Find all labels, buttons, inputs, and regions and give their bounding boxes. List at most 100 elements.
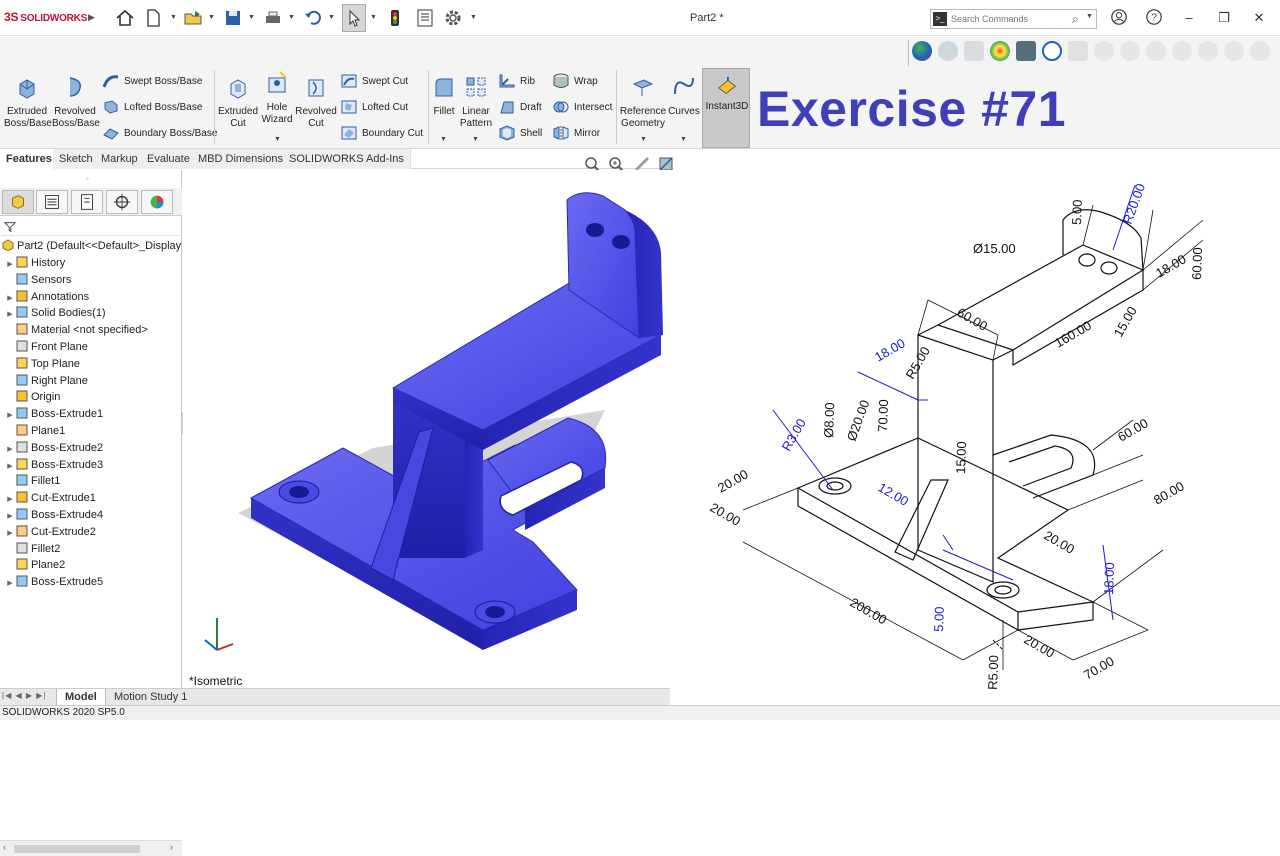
tree-filter-row[interactable] [0, 218, 180, 236]
tab-features[interactable]: Features [0, 149, 59, 169]
cartoon-icon[interactable] [1224, 41, 1244, 61]
panel-collapse-handle[interactable]: ◦ [86, 174, 89, 183]
new-dropdown-icon[interactable]: ▼ [170, 14, 177, 21]
tree-item-plane1[interactable]: Plane1 [4, 423, 65, 440]
instant3d-button[interactable]: Instant3D [702, 68, 750, 148]
section-view-icon[interactable] [938, 41, 958, 61]
tree-item-history[interactable]: ▶ History [4, 255, 65, 272]
tree-item-top-plane[interactable]: Top Plane [4, 356, 80, 373]
edit-appearance-icon[interactable] [990, 41, 1010, 61]
perspective-icon[interactable] [1198, 41, 1218, 61]
file-properties-icon[interactable] [414, 7, 436, 29]
help-icon[interactable]: ? [1143, 8, 1165, 28]
tree-item-sensors[interactable]: Sensors [4, 272, 71, 289]
search-dropdown-icon[interactable]: ▼ [1086, 13, 1093, 20]
tree-item-solid-bodies-1[interactable]: ▶ Solid Bodies(1) [4, 305, 106, 322]
scroll-left-icon[interactable]: ‹ [3, 842, 6, 852]
expand-arrow-icon[interactable]: ▶ [4, 441, 16, 458]
undo-icon[interactable] [302, 7, 324, 29]
tree-item-fillet1[interactable]: Fillet1 [4, 473, 60, 490]
hide-show-icon[interactable] [964, 41, 984, 61]
expand-arrow-icon[interactable]: ▶ [4, 491, 16, 508]
swept-cut-button[interactable]: Swept Cut [340, 72, 408, 92]
dimxpert-tab-icon[interactable] [106, 190, 138, 214]
hole-wizard-dropdown-icon[interactable]: ▼ [274, 136, 281, 143]
print-icon[interactable] [262, 7, 284, 29]
home-icon[interactable] [114, 7, 136, 29]
linear-pattern-button[interactable]: Linear Pattern [458, 74, 494, 130]
tab-markup[interactable]: Markup [95, 149, 145, 169]
tree-item-plane2[interactable]: Plane2 [4, 557, 65, 574]
configuration-manager-tab-icon[interactable] [71, 190, 103, 214]
property-manager-tab-icon[interactable] [36, 190, 68, 214]
new-document-icon[interactable] [142, 7, 164, 29]
display-style-icon[interactable] [1016, 41, 1036, 61]
options-gear-icon[interactable] [442, 7, 464, 29]
wrap-button[interactable]: Wrap [552, 72, 598, 92]
tab-motion-study-1[interactable]: Motion Study 1 [106, 689, 195, 706]
search-icon[interactable]: ⌕ [1072, 12, 1079, 27]
shadows-icon[interactable] [1146, 41, 1166, 61]
tab-evaluate[interactable]: Evaluate [141, 149, 197, 169]
menu-arrow-icon[interactable]: ▶ [88, 12, 95, 23]
boundary-boss-button[interactable]: Boundary Boss/Base [102, 124, 217, 144]
tree-item-boss-extrude3[interactable]: ▶ Boss-Extrude3 [4, 457, 103, 474]
tab-model[interactable]: Model [56, 689, 106, 706]
intersect-button[interactable]: Intersect [552, 98, 612, 118]
expand-arrow-icon[interactable]: ▶ [4, 508, 16, 525]
minimize-icon[interactable]: – [1178, 8, 1200, 28]
print-dropdown-icon[interactable]: ▼ [288, 14, 295, 21]
tree-item-material-not-specified[interactable]: Material <not specified> [4, 322, 148, 339]
tree-horizontal-scrollbar[interactable]: ‹ › [0, 840, 182, 856]
tree-item-boss-extrude1[interactable]: ▶ Boss-Extrude1 [4, 406, 103, 423]
tab-solidworks-addins[interactable]: SOLIDWORKS Add-Ins [283, 149, 411, 169]
rebuild-traffic-light-icon[interactable] [384, 7, 406, 29]
expand-arrow-icon[interactable]: ▶ [4, 458, 16, 475]
zoom-to-fit-icon[interactable] [1068, 41, 1088, 61]
reference-geometry-dropdown-icon[interactable]: ▼ [640, 136, 647, 143]
tab-mbd-dimensions[interactable]: MBD Dimensions [192, 149, 290, 169]
tab-sketch[interactable]: Sketch [53, 149, 100, 169]
expand-arrow-icon[interactable]: ▶ [4, 306, 16, 323]
view-orientation-icon[interactable] [1042, 41, 1062, 61]
tree-item-front-plane[interactable]: Front Plane [4, 339, 88, 356]
expand-arrow-icon[interactable]: ▶ [4, 575, 16, 592]
tree-root-part[interactable]: Part2 (Default<<Default>_Display S [2, 238, 192, 255]
realview-icon[interactable] [1120, 41, 1140, 61]
options-dropdown-icon[interactable]: ▼ [470, 14, 477, 21]
expand-arrow-icon[interactable]: ▶ [4, 290, 16, 307]
tree-item-boss-extrude2[interactable]: ▶ Boss-Extrude2 [4, 440, 103, 457]
open-folder-icon[interactable] [182, 7, 204, 29]
linear-pattern-dropdown-icon[interactable]: ▼ [472, 136, 479, 143]
tab-scroll-arrows-icon[interactable]: |◀ ◀ ▶ ▶| [2, 691, 46, 700]
undo-dropdown-icon[interactable]: ▼ [328, 14, 335, 21]
tree-item-right-plane[interactable]: Right Plane [4, 373, 88, 390]
swept-boss-button[interactable]: Swept Boss/Base [102, 72, 202, 92]
fillet-button[interactable]: Fillet [430, 74, 458, 118]
save-dropdown-icon[interactable]: ▼ [248, 14, 255, 21]
lofted-boss-button[interactable]: Lofted Boss/Base [102, 98, 202, 118]
tree-item-fillet2[interactable]: Fillet2 [4, 541, 60, 558]
open-dropdown-icon[interactable]: ▼ [208, 14, 215, 21]
tree-item-cut-extrude2[interactable]: ▶ Cut-Extrude2 [4, 524, 96, 541]
tree-item-boss-extrude4[interactable]: ▶ Boss-Extrude4 [4, 507, 103, 524]
curves-dropdown-icon[interactable]: ▼ [680, 136, 687, 143]
camera-icon[interactable] [1250, 41, 1270, 61]
draft-button[interactable]: Draft [498, 98, 542, 118]
appearance-icon[interactable] [912, 41, 932, 61]
extruded-cut-button[interactable]: Extruded Cut [216, 74, 260, 130]
select-dropdown-icon[interactable]: ▼ [370, 14, 377, 21]
user-account-icon[interactable] [1108, 8, 1130, 28]
select-arrow-icon[interactable] [342, 4, 366, 32]
tree-item-origin[interactable]: Origin [4, 389, 60, 406]
reference-geometry-button[interactable]: Reference Geometry [618, 74, 668, 130]
feature-manager-tab-icon[interactable] [2, 190, 34, 214]
curves-button[interactable]: Curves [666, 74, 702, 118]
expand-arrow-icon[interactable]: ▶ [4, 525, 16, 542]
tree-item-boss-extrude5[interactable]: ▶ Boss-Extrude5 [4, 574, 103, 591]
boundary-cut-button[interactable]: Boundary Cut [340, 124, 423, 144]
shell-button[interactable]: Shell [498, 124, 542, 144]
rib-button[interactable]: Rib [498, 72, 535, 92]
graphics-viewport[interactable] [183, 170, 673, 688]
search-commands-box[interactable]: >_ ⌕ ▼ [930, 9, 1097, 29]
